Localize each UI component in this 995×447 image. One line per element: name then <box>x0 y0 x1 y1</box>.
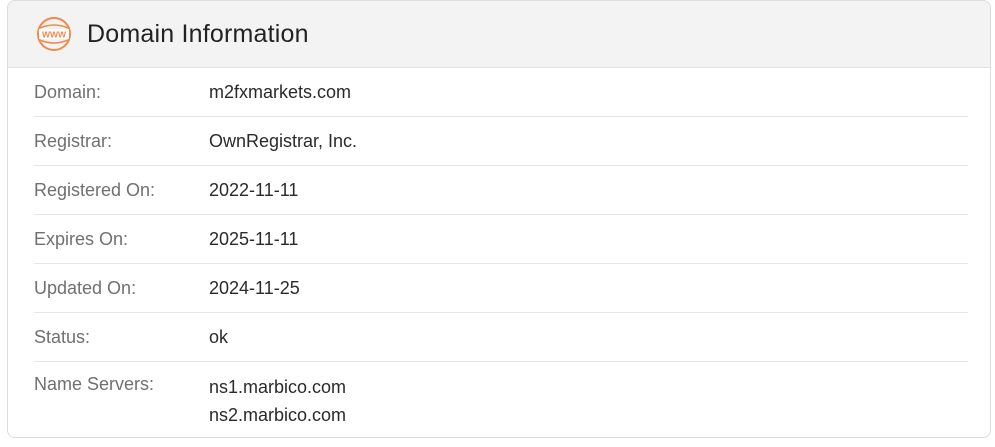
name-server-2: ns2.marbico.com <box>209 405 347 425</box>
name-servers-label: Name Servers: <box>34 374 155 394</box>
row-updated-on: Updated On: 2024-11-25 <box>34 264 968 313</box>
domain-label: Domain: <box>34 82 102 102</box>
updated-on-value: 2024-11-25 <box>209 278 300 298</box>
name-servers-value: ns1.marbico.com ns2.marbico.com <box>209 373 346 429</box>
www-globe-icon: WWW <box>36 16 72 52</box>
domain-info-rows: Domain: m2fxmarkets.com Registrar: OwnRe… <box>8 68 990 429</box>
row-registrar: Registrar: OwnRegistrar, Inc. <box>34 117 968 166</box>
registrar-value: OwnRegistrar, Inc. <box>209 131 358 151</box>
expires-on-label: Expires On: <box>34 229 129 249</box>
domain-value: m2fxmarkets.com <box>209 82 352 102</box>
www-icon-text: WWW <box>42 30 67 40</box>
row-domain: Domain: m2fxmarkets.com <box>34 68 968 117</box>
row-expires-on: Expires On: 2025-11-11 <box>34 215 968 264</box>
status-value: ok <box>209 327 229 347</box>
status-label: Status: <box>34 327 91 347</box>
updated-on-label: Updated On: <box>34 278 137 298</box>
domain-information-card: WWW Domain Information Domain: m2fxmarke… <box>7 0 991 438</box>
row-status: Status: ok <box>34 313 968 362</box>
card-header: WWW Domain Information <box>8 1 990 68</box>
registered-on-label: Registered On: <box>34 180 156 200</box>
registered-on-value: 2022-11-11 <box>209 180 299 200</box>
name-server-1: ns1.marbico.com <box>209 377 347 397</box>
card-title: Domain Information <box>87 19 309 48</box>
registrar-label: Registrar: <box>34 131 113 151</box>
expires-on-value: 2025-11-11 <box>209 229 299 249</box>
row-name-servers: Name Servers: ns1.marbico.com ns2.marbic… <box>34 362 968 429</box>
row-registered-on: Registered On: 2022-11-11 <box>34 166 968 215</box>
